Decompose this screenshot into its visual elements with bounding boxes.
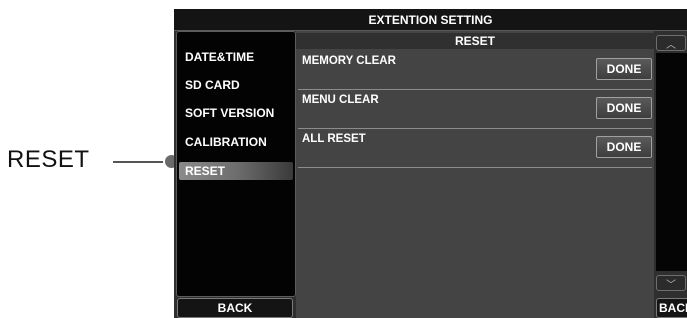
- chevron-down-icon[interactable]: ﹀: [656, 275, 686, 291]
- device-screen: EXTENTION SETTING DATE&TIME SD CARD SOFT…: [174, 9, 687, 318]
- row-label: MEMORY CLEAR: [302, 55, 396, 67]
- scroll-track[interactable]: [656, 53, 687, 271]
- sidebar-item-calibration[interactable]: CALIBRATION: [185, 133, 293, 151]
- row-label: MENU CLEAR: [302, 94, 379, 106]
- row-label: ALL RESET: [302, 133, 366, 145]
- sidebar-item-sd-card[interactable]: SD CARD: [185, 76, 293, 94]
- row-menu-clear: MENU CLEAR DONE: [298, 90, 652, 129]
- chevron-up-icon[interactable]: ︿: [656, 35, 686, 51]
- row-memory-clear: MEMORY CLEAR DONE: [298, 51, 652, 90]
- reset-panel: RESET MEMORY CLEAR DONE MENU CLEAR DONE …: [296, 31, 654, 318]
- panel-header: RESET: [296, 33, 654, 49]
- sidebar-item-reset[interactable]: RESET: [179, 162, 293, 180]
- menu-clear-done-button[interactable]: DONE: [596, 97, 652, 119]
- scrollbar[interactable]: ︿ ﹀: [656, 31, 687, 297]
- memory-clear-done-button[interactable]: DONE: [596, 58, 652, 80]
- sidebar: DATE&TIME SD CARD SOFT VERSION CALIBRATI…: [176, 31, 296, 297]
- row-all-reset: ALL RESET DONE: [298, 129, 652, 168]
- back-button-right[interactable]: BACK: [656, 298, 687, 318]
- callout-label: RESET: [7, 146, 90, 173]
- sidebar-item-soft-version[interactable]: SOFT VERSION: [185, 104, 293, 122]
- back-button-left[interactable]: BACK: [177, 298, 293, 318]
- all-reset-done-button[interactable]: DONE: [596, 136, 652, 158]
- sidebar-item-date-time[interactable]: DATE&TIME: [185, 48, 293, 66]
- window-title: EXTENTION SETTING: [174, 9, 687, 31]
